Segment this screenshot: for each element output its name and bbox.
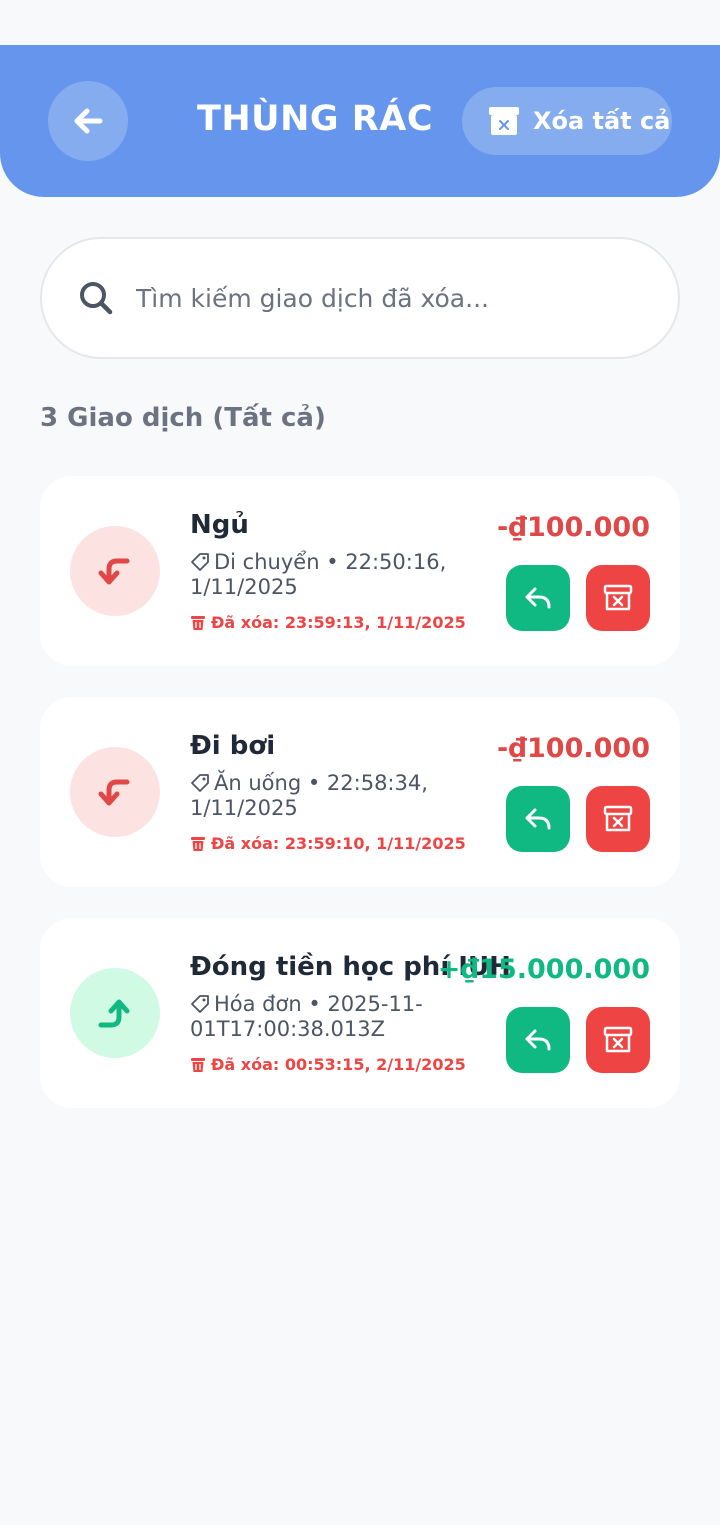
tag-icon bbox=[191, 774, 209, 792]
restore-icon bbox=[525, 1029, 551, 1051]
search-input[interactable] bbox=[136, 283, 636, 313]
deleted-timestamp: Đã xóa: 23:59:13, 1/11/2025 bbox=[190, 613, 466, 632]
expense-type-badge bbox=[70, 747, 160, 837]
trash-icon bbox=[191, 616, 205, 630]
back-button[interactable] bbox=[48, 81, 128, 161]
transaction-meta: Di chuyển • 22:50:16, 1/11/2025 bbox=[190, 550, 460, 600]
income-arrow-icon bbox=[98, 999, 130, 1028]
transaction-category: Hóa đơn bbox=[214, 992, 302, 1016]
transaction-category: Ăn uống bbox=[214, 771, 302, 795]
transaction-count: 3 Giao dịch (Tất cả) bbox=[40, 403, 326, 433]
transaction-amount: -₫100.000 bbox=[497, 512, 650, 543]
restore-button[interactable] bbox=[506, 786, 570, 852]
deleted-timestamp: Đã xóa: 23:59:10, 1/11/2025 bbox=[190, 834, 466, 853]
search-icon bbox=[80, 282, 113, 315]
trash-icon bbox=[191, 837, 205, 851]
tag-icon bbox=[191, 995, 209, 1013]
transaction-amount: -₫100.000 bbox=[497, 733, 650, 764]
permanent-delete-button[interactable] bbox=[586, 1007, 650, 1073]
transaction-category: Di chuyển bbox=[214, 550, 320, 574]
deleted-timestamp: Đã xóa: 00:53:15, 2/11/2025 bbox=[190, 1055, 466, 1074]
transaction-title: Ngủ bbox=[190, 510, 249, 540]
trash-icon bbox=[191, 1058, 205, 1072]
transaction-card[interactable]: Ngủ Di chuyển • 22:50:16, 1/11/2025 Đã x… bbox=[40, 476, 680, 666]
page-title: THÙNG RÁC bbox=[197, 99, 434, 139]
search-bar[interactable] bbox=[40, 237, 680, 359]
restore-button[interactable] bbox=[506, 565, 570, 631]
expense-type-badge bbox=[70, 526, 160, 616]
restore-icon bbox=[525, 808, 551, 830]
transaction-meta: Ăn uống • 22:58:34, 1/11/2025 bbox=[190, 771, 460, 821]
restore-button[interactable] bbox=[506, 1007, 570, 1073]
transaction-card[interactable]: Đóng tiền học phí IUH Hóa đơn • 2025-11-… bbox=[40, 918, 680, 1108]
status-bar bbox=[0, 0, 720, 45]
trash-box-icon bbox=[603, 1026, 633, 1053]
deleted-label: Đã xóa: 23:59:13, 1/11/2025 bbox=[211, 613, 466, 632]
app-header: THÙNG RÁC Xóa tất cả bbox=[0, 45, 720, 197]
arrow-left-icon bbox=[74, 108, 103, 134]
trash-box-icon bbox=[489, 107, 519, 135]
deleted-label: Đã xóa: 00:53:15, 2/11/2025 bbox=[211, 1055, 466, 1074]
expense-arrow-icon bbox=[98, 558, 130, 585]
permanent-delete-button[interactable] bbox=[586, 786, 650, 852]
trash-box-icon bbox=[603, 584, 633, 611]
transaction-meta: Hóa đơn • 2025-11-01T17:00:38.013Z bbox=[190, 992, 460, 1042]
transaction-title: Đi bơi bbox=[190, 731, 276, 761]
income-type-badge bbox=[70, 968, 160, 1058]
clear-all-label: Xóa tất cả bbox=[533, 107, 671, 135]
clear-all-button[interactable]: Xóa tất cả bbox=[462, 87, 672, 155]
restore-icon bbox=[525, 587, 551, 609]
trash-box-icon bbox=[603, 805, 633, 832]
transaction-card[interactable]: Đi bơi Ăn uống • 22:58:34, 1/11/2025 Đã … bbox=[40, 697, 680, 887]
transaction-amount: +₫15.000.000 bbox=[437, 954, 650, 985]
deleted-label: Đã xóa: 23:59:10, 1/11/2025 bbox=[211, 834, 466, 853]
permanent-delete-button[interactable] bbox=[586, 565, 650, 631]
expense-arrow-icon bbox=[98, 779, 130, 806]
tag-icon bbox=[191, 553, 209, 571]
